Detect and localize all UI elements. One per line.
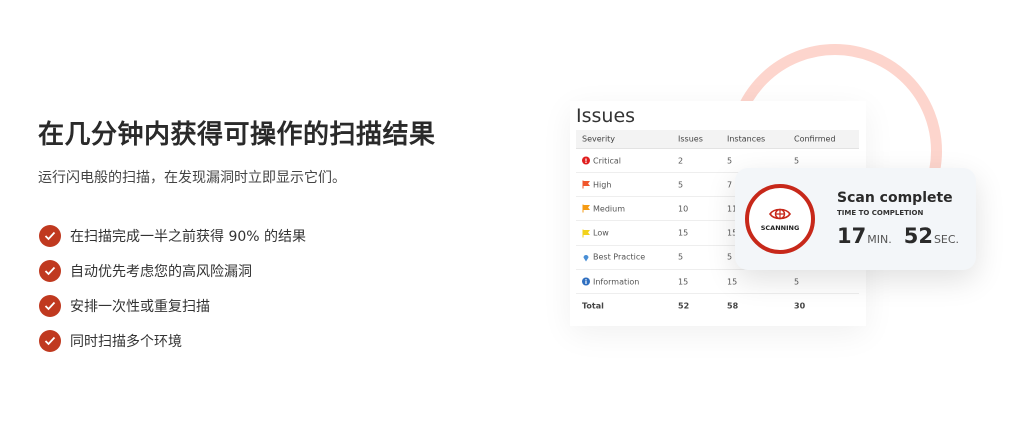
flag-icon xyxy=(582,180,590,189)
confirmed-cell: 5 xyxy=(794,156,800,165)
total-label: Total xyxy=(582,301,604,311)
seconds-value: 52 xyxy=(903,224,933,248)
header-confirmed: Confirmed xyxy=(794,134,836,144)
check-circle-icon xyxy=(39,329,61,352)
issues-cell: 2 xyxy=(678,156,684,165)
severity-cell: i Information xyxy=(582,277,639,286)
severity-cell: ! Critical xyxy=(582,156,621,165)
severity-label: Medium xyxy=(593,204,625,214)
header-instances: Instances xyxy=(727,134,766,144)
feature-text: 同时扫描多个环境 xyxy=(70,333,182,350)
issues-cell: 15 xyxy=(678,277,689,286)
minutes-unit: MIN. xyxy=(867,233,892,246)
severity-label: Best Practice xyxy=(593,252,646,262)
info-circle-icon: i xyxy=(582,277,590,286)
severity-label: High xyxy=(593,180,612,190)
check-circle-icon xyxy=(39,259,61,282)
subtitle: 运行闪电般的扫描，在发现漏洞时立即显示它们。 xyxy=(38,170,346,186)
svg-text:i: i xyxy=(585,278,587,286)
seconds-unit: SEC. xyxy=(933,233,960,246)
scan-subtitle: TIME TO COMPLETION xyxy=(837,209,924,217)
feature-item: 自动优先考虑您的高风险漏洞 xyxy=(39,253,306,288)
issues-cell: 5 xyxy=(678,180,684,190)
severity-label: Low xyxy=(593,228,609,238)
feature-list: 在扫描完成一半之前获得 90% 的结果 自动优先考虑您的高风险漏洞 安排一次性或… xyxy=(39,218,306,358)
table-row: i Information 15 15 5 xyxy=(576,270,859,294)
confirmed-cell: 5 xyxy=(794,277,800,286)
instances-cell: 5 xyxy=(727,156,733,165)
check-circle-icon xyxy=(39,224,61,247)
instances-cell: 5 xyxy=(727,252,733,262)
flag-icon xyxy=(582,204,590,213)
feature-text: 在扫描完成一半之前获得 90% 的结果 xyxy=(70,228,307,245)
scanning-label: SCANNING xyxy=(760,223,800,232)
check-circle-icon xyxy=(39,294,61,317)
issues-cell: 5 xyxy=(678,252,684,262)
feature-text: 安排一次性或重复扫描 xyxy=(70,298,210,315)
instances-cell: 7 xyxy=(727,180,733,190)
severity-cell: High xyxy=(582,180,611,189)
exclamation-circle-icon: ! xyxy=(582,156,590,165)
feature-item: 在扫描完成一半之前获得 90% 的结果 xyxy=(39,218,306,253)
feature-text: 自动优先考虑您的高风险漏洞 xyxy=(70,263,252,280)
table-row-total: Total 52 58 30 xyxy=(576,294,859,318)
time-to-completion: 17 MIN. 52 SEC. xyxy=(837,224,971,248)
flag-icon xyxy=(582,229,590,238)
table-header: Severity Issues Instances Confirmed xyxy=(576,130,859,149)
page-title: 在几分钟内获得可操作的扫描结果 xyxy=(38,120,436,150)
total-issues: 52 xyxy=(678,301,690,311)
scanning-badge: SCANNING xyxy=(745,184,815,254)
issues-cell: 10 xyxy=(678,204,689,214)
minutes-value: 17 xyxy=(837,224,867,248)
issues-title: Issues xyxy=(576,105,636,127)
severity-label: Information xyxy=(593,277,640,286)
total-confirmed: 30 xyxy=(794,301,806,311)
instances-cell: 15 xyxy=(727,277,738,286)
feature-item: 安排一次性或重复扫描 xyxy=(39,288,306,323)
header-issues: Issues xyxy=(678,134,703,144)
severity-cell: Low xyxy=(582,229,609,238)
total-instances: 58 xyxy=(727,301,739,311)
feature-item: 同时扫描多个环境 xyxy=(39,323,306,358)
scan-title: Scan complete xyxy=(837,190,953,206)
scan-complete-card: SCANNING Scan complete TIME TO COMPLETIO… xyxy=(735,168,976,270)
issues-cell: 15 xyxy=(678,228,689,238)
severity-cell: Medium xyxy=(582,204,625,213)
svg-text:!: ! xyxy=(585,157,588,165)
severity-cell: Best Practice xyxy=(582,253,645,262)
eye-globe-icon xyxy=(769,208,791,219)
header-severity: Severity xyxy=(582,134,616,144)
map-pin-icon xyxy=(583,254,589,262)
severity-label: Critical xyxy=(593,156,621,165)
